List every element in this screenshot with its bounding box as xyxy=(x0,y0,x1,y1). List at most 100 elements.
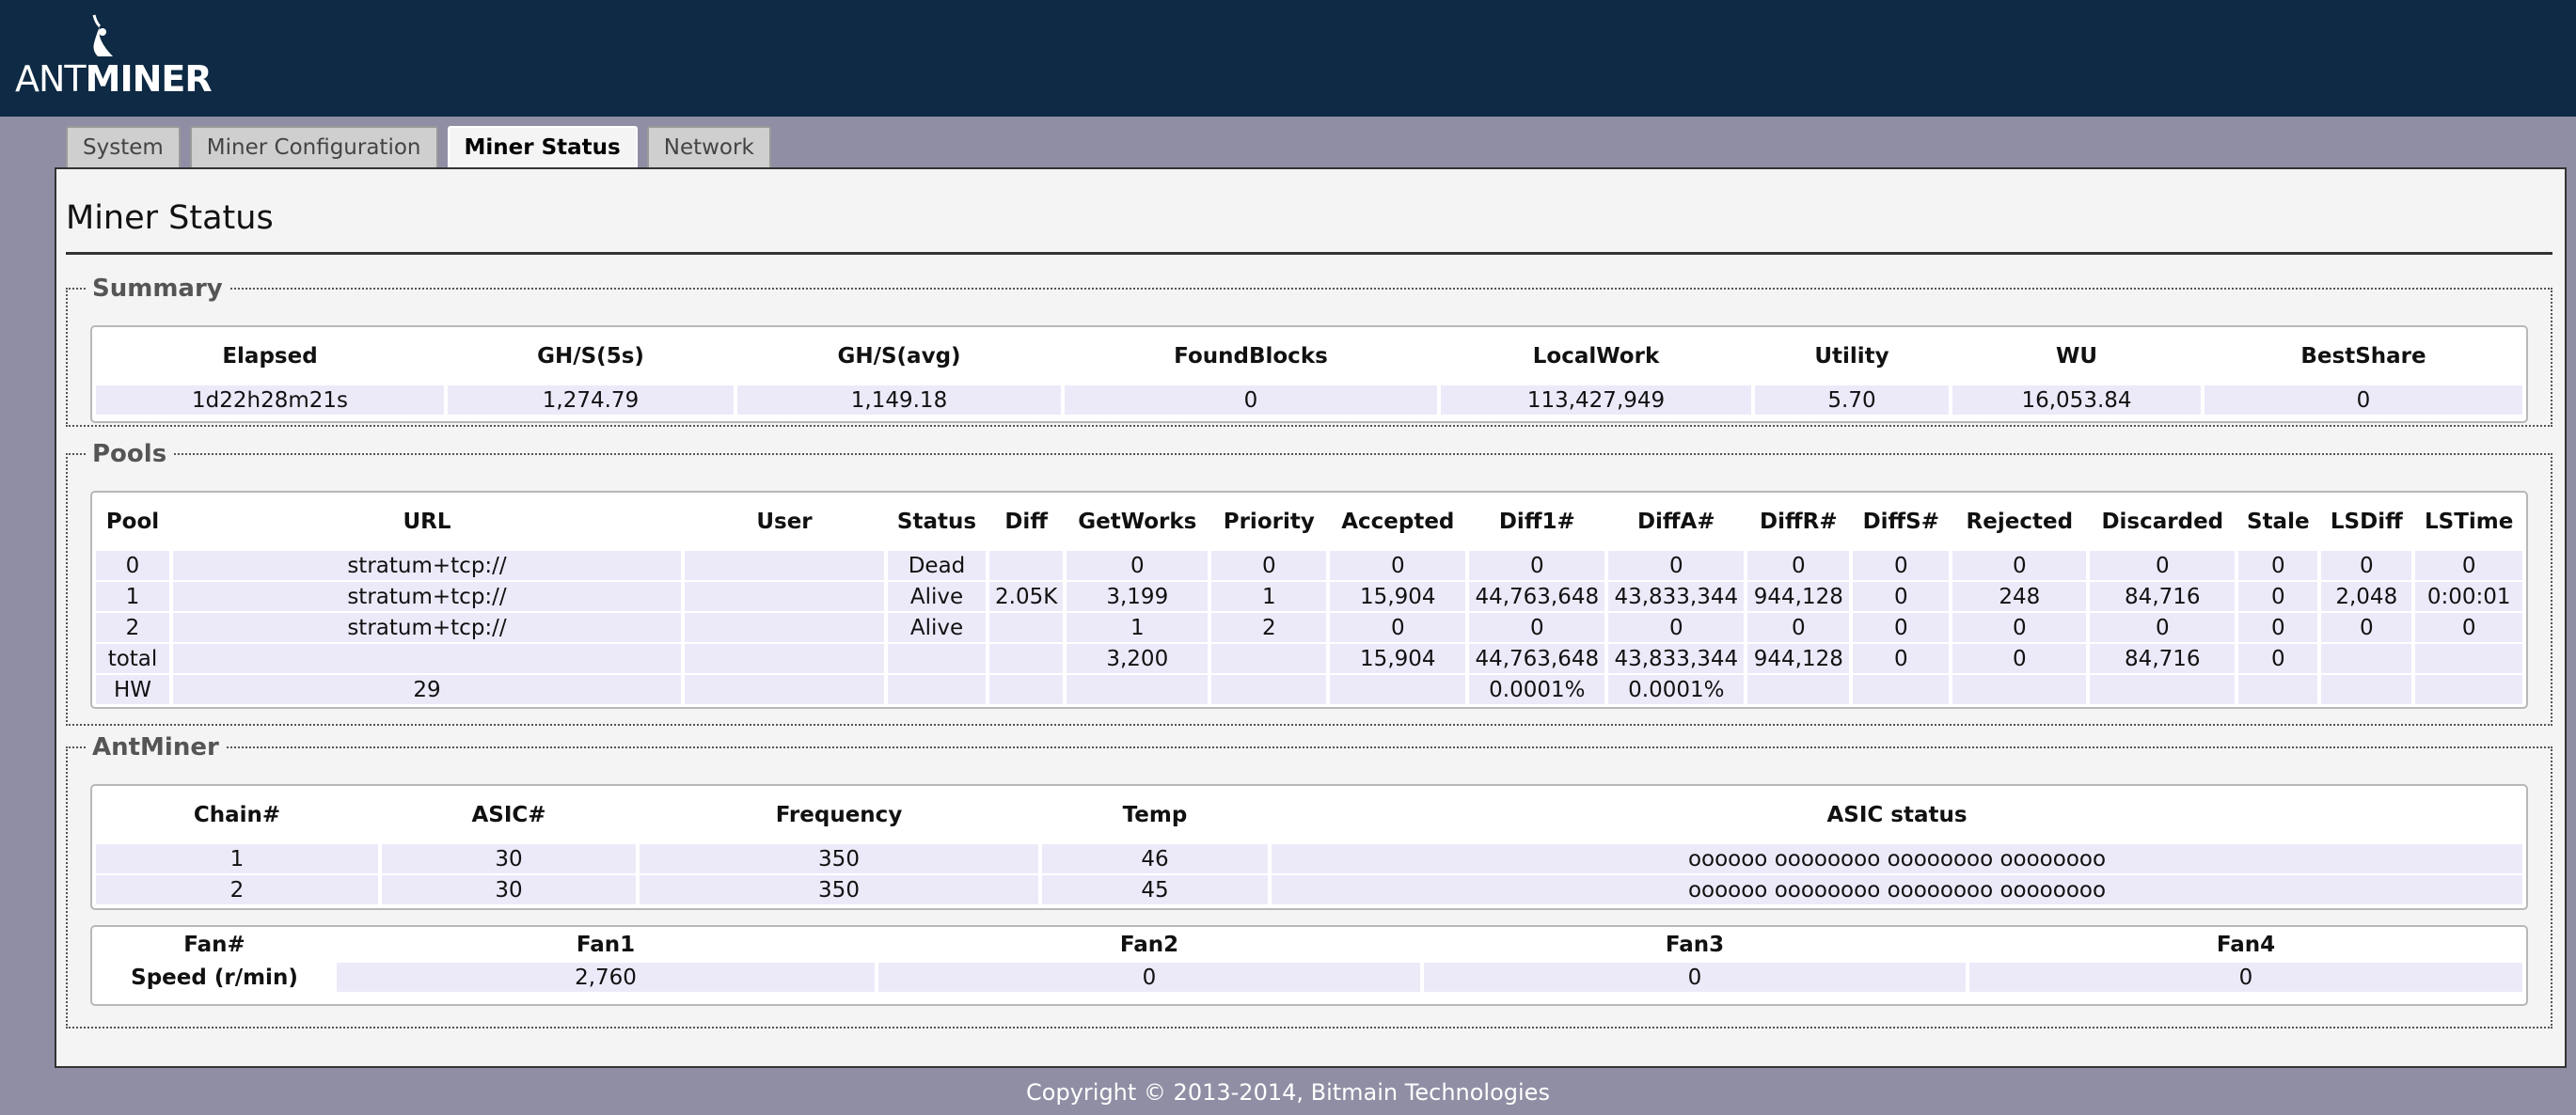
summary-value: 1d22h28m21s xyxy=(96,385,444,415)
antminer-section: AntMiner Chain# ASIC# Frequency Temp ASI… xyxy=(66,733,2552,1029)
pool-cell xyxy=(1747,675,1850,704)
fan-header: Fan2 xyxy=(1119,933,1179,957)
summary-header: Elapsed xyxy=(222,344,318,369)
pool-cell xyxy=(173,644,681,673)
pool-cell: 0.0001% xyxy=(1608,675,1745,704)
pool-cell xyxy=(989,613,1064,642)
chain-header: Frequency xyxy=(775,803,903,827)
pool-cell: 0 xyxy=(1952,644,2087,673)
logo-text-bold: MINER xyxy=(85,58,213,100)
pool-cell xyxy=(1853,675,1950,704)
pool-cell xyxy=(1067,675,1209,704)
pool-cell: 944,128 xyxy=(1747,582,1850,611)
pool-cell xyxy=(2090,675,2236,704)
main-tabs: System Miner Configuration Miner Status … xyxy=(66,126,771,169)
summary-header: GH/S(avg) xyxy=(837,344,961,369)
summary-table: Elapsed GH/S(5s) GH/S(avg) FoundBlocks L… xyxy=(92,327,2526,416)
fan-speed-row: Speed (r/min) 2,760 0 0 0 xyxy=(96,963,2522,992)
fan-speed: 0 xyxy=(1969,963,2522,992)
pool-cell: 15,904 xyxy=(1330,644,1466,673)
pool-cell xyxy=(2238,675,2318,704)
chain-body: 1 30 350 46 oooooo oooooooo oooooooo ooooooo… xyxy=(96,844,2522,904)
antminer-legend: AntMiner xyxy=(92,733,219,762)
pool-cell: 0 xyxy=(2321,551,2412,580)
pool-cell: 0 xyxy=(2238,644,2318,673)
pool-cell: 0 xyxy=(1853,613,1950,642)
pool-cell: 0 xyxy=(1608,613,1745,642)
copyright-footer: Copyright © 2013-2014, Bitmain Technolog… xyxy=(1026,1079,1550,1106)
pool-cell: Dead xyxy=(888,551,986,580)
chain-header: ASIC status xyxy=(1826,803,1968,827)
chain-header: ASIC# xyxy=(471,803,546,827)
pool-cell: 944,128 xyxy=(1747,644,1850,673)
pools-box: Pool URL User Status Diff GetWorks Prior… xyxy=(90,491,2528,709)
fan-box: Fan# Fan1 Fan2 Fan3 Fan4 Speed (r/min) 2… xyxy=(90,925,2528,1006)
pool-cell xyxy=(1952,675,2087,704)
chain-cell: 46 xyxy=(1042,844,1268,873)
tab-network[interactable]: Network xyxy=(646,126,771,167)
pool-cell: 0 xyxy=(1211,551,1327,580)
pool-cell: 0 xyxy=(1330,551,1466,580)
pools-header: Discarded xyxy=(2101,510,2224,534)
pool-cell xyxy=(989,675,1064,704)
pool-cell: 0 xyxy=(2090,551,2236,580)
summary-header-row: Elapsed GH/S(5s) GH/S(avg) FoundBlocks L… xyxy=(96,329,2522,384)
summary-box: Elapsed GH/S(5s) GH/S(avg) FoundBlocks L… xyxy=(90,325,2528,423)
summary-value: 0 xyxy=(1065,385,1437,415)
logo-text-light: ANT xyxy=(15,58,87,100)
pool-row: total 3,200 15,904 44,763,648 43,833,344 944,… xyxy=(96,644,2522,673)
fan-header: Fan4 xyxy=(2216,933,2276,957)
pool-cell: 0 xyxy=(1952,613,2087,642)
pool-cell: 84,716 xyxy=(2090,582,2236,611)
chain-cell: 350 xyxy=(640,844,1038,873)
pools-header: DiffR# xyxy=(1760,510,1838,534)
pool-cell: Alive xyxy=(888,613,986,642)
pools-header: DiffS# xyxy=(1862,510,1940,534)
pool-cell: 2 xyxy=(1211,613,1327,642)
pools-header: Pool xyxy=(105,510,160,534)
pool-cell xyxy=(888,675,986,704)
pool-cell: 0 xyxy=(1747,613,1850,642)
pool-cell: 3,199 xyxy=(1067,582,1209,611)
pool-cell xyxy=(685,675,884,704)
summary-value-row: 1d22h28m21s 1,274.79 1,149.18 0 113,427,… xyxy=(96,385,2522,415)
pools-header: Diff xyxy=(1004,510,1048,534)
pool-cell xyxy=(685,551,884,580)
chain-cell: oooooo oooooooo oooooooo oooooooo xyxy=(1272,844,2522,873)
pool-cell: 0 xyxy=(1747,551,1850,580)
pool-cell: 1 xyxy=(96,582,169,611)
summary-header: FoundBlocks xyxy=(1174,344,1328,369)
summary-section: Summary Elapsed GH/S(5s) GH/S(avg) Found… xyxy=(66,275,2552,427)
tab-system[interactable]: System xyxy=(66,126,181,167)
pools-header: Accepted xyxy=(1341,510,1455,534)
fan-header: Fan1 xyxy=(576,933,636,957)
chain-cell: 350 xyxy=(640,875,1038,904)
pool-cell: 1 xyxy=(1067,613,1209,642)
summary-value: 113,427,949 xyxy=(1441,385,1751,415)
summary-value: 1,274.79 xyxy=(448,385,734,415)
tab-miner-status[interactable]: Miner Status xyxy=(447,126,638,169)
chain-table: Chain# ASIC# Frequency Temp ASIC status … xyxy=(92,786,2526,906)
summary-header: Utility xyxy=(1814,344,1889,369)
summary-header: LocalWork xyxy=(1532,344,1660,369)
fan-speed: 0 xyxy=(878,963,1420,992)
pool-row: HW 29 0.0001% 0.0001% xyxy=(96,675,2522,704)
pool-cell: 2 xyxy=(96,613,169,642)
pool-cell: HW xyxy=(96,675,169,704)
pool-cell xyxy=(685,582,884,611)
pools-header: Status xyxy=(896,510,977,534)
pool-cell: 0 xyxy=(1853,644,1950,673)
pool-cell: stratum+tcp:// xyxy=(173,551,681,580)
pool-cell: 0 xyxy=(2238,582,2318,611)
pool-cell xyxy=(2415,675,2522,704)
pools-header: GetWorks xyxy=(1078,510,1197,534)
pool-cell: 0 xyxy=(1067,551,1209,580)
pool-row: 0 stratum+tcp://Dead 0 0 0 0 0 0 0 0 0 0 0 0 xyxy=(96,551,2522,580)
content-panel: Miner Status Summary Elapsed GH/S(5s) GH… xyxy=(55,167,2567,1068)
title-divider xyxy=(66,252,2552,255)
pool-cell: total xyxy=(96,644,169,673)
pools-header: URL xyxy=(403,510,451,534)
pool-cell: 1 xyxy=(1211,582,1327,611)
tab-miner-configuration[interactable]: Miner Configuration xyxy=(189,126,438,167)
pool-cell xyxy=(1330,675,1466,704)
